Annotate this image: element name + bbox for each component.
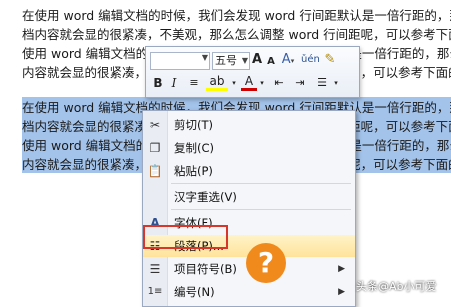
chevron-down-icon[interactable]: ▾ <box>230 74 238 92</box>
increase-indent-icon[interactable]: ⇥ <box>291 74 309 92</box>
scissors-icon: ✂ <box>149 118 161 132</box>
phonetic-guide-icon[interactable]: ǔén <box>301 51 320 69</box>
text-effects-icon[interactable]: A▾ <box>279 51 297 69</box>
bold-icon[interactable]: B <box>152 74 164 92</box>
numbering-icon: 1≡ <box>147 286 163 297</box>
font-size-value: 五号 <box>215 54 237 67</box>
font-color-icon[interactable]: A <box>241 74 257 91</box>
context-menu: ✂ 剪切(T) ❐ 复制(C) 📋 粘贴(P) 汉字重选(V) A 字体(F).… <box>142 110 356 307</box>
bullets-icon[interactable]: ☰ <box>312 74 332 92</box>
submenu-arrow-icon: ▶ <box>338 287 345 297</box>
document-line[interactable]: 档内容就会显的很紧凑，不美观，那么怎么调整 word 行间距呢，可以参考下面 <box>22 26 451 44</box>
menu-item-numbering[interactable]: 1≡ 编号(N) ▶ <box>143 281 355 303</box>
menu-item-label: 汉字重选(V) <box>174 190 237 204</box>
menu-item-copy[interactable]: ❐ 复制(C) <box>143 137 355 159</box>
italic-icon[interactable]: I <box>168 74 180 92</box>
chevron-down-icon: ▼ <box>201 53 208 62</box>
menu-separator <box>171 183 351 184</box>
menu-item-label: 编号(N) <box>174 285 215 299</box>
menu-item-reconvert[interactable]: 汉字重选(V) <box>143 186 355 208</box>
bullets-icon: ☰ <box>149 262 161 276</box>
menu-item-label: 粘贴(P) <box>174 164 213 178</box>
font-name-box[interactable]: ▼ <box>150 52 210 70</box>
menu-item-label: 复制(C) <box>174 141 215 155</box>
grow-font-icon[interactable]: A <box>250 51 264 69</box>
menu-item-cut[interactable]: ✂ 剪切(T) <box>143 114 355 136</box>
decrease-indent-icon[interactable]: ⇤ <box>270 74 288 92</box>
highlight-icon[interactable]: ab <box>206 74 228 91</box>
paragraph-highlight-box <box>143 225 228 249</box>
align-center-icon[interactable]: ≡ <box>184 74 204 92</box>
font-size-box[interactable]: 五号 ▼ <box>212 52 250 70</box>
help-question-icon: ? <box>246 243 286 283</box>
chevron-down-icon: ▼ <box>241 56 248 65</box>
document-line[interactable]: 在使用 word 编辑文档的时候，我们会发现 word 行间距默认是一倍行距的，… <box>22 7 451 25</box>
chevron-down-icon[interactable]: ▾ <box>332 74 340 92</box>
submenu-arrow-icon: ▶ <box>338 264 345 274</box>
menu-item-label: 项目符号(B) <box>174 262 237 276</box>
chevron-down-icon[interactable]: ▾ <box>258 74 266 92</box>
paste-icon: 📋 <box>147 164 163 178</box>
format-painter-icon[interactable]: ✎ <box>322 51 338 69</box>
menu-separator <box>171 209 351 210</box>
menu-item-label: 剪切(T) <box>174 118 213 132</box>
shrink-font-icon[interactable]: A <box>265 53 277 71</box>
mini-toolbar: ▼ 五号 ▼ A A A▾ ǔén ✎ B I ≡ ab ▾ A ▾ ⇤ ⇥ ☰ … <box>145 46 360 98</box>
watermark-text: 头条@Ab小可爱 <box>356 280 437 293</box>
menu-item-paste[interactable]: 📋 粘贴(P) <box>143 160 355 182</box>
copy-icon: ❐ <box>149 141 161 155</box>
